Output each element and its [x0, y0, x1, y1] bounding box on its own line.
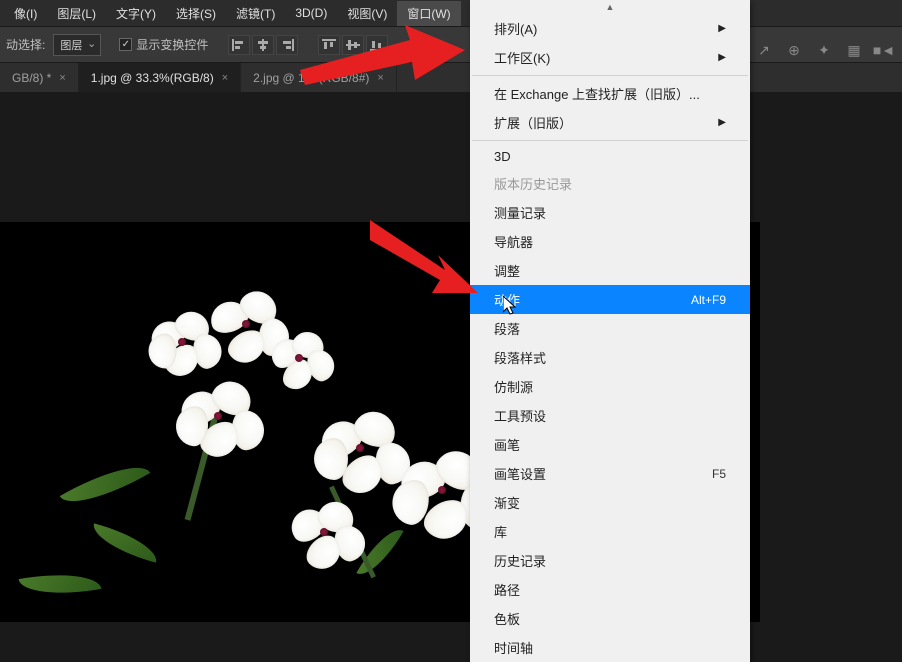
cursor-icon: [503, 296, 519, 316]
menu-item-label: 调整: [494, 261, 520, 280]
menu-item-画笔[interactable]: 画笔: [470, 430, 750, 459]
align-group-1: [228, 35, 298, 55]
tool-icon-6[interactable]: ■◄: [874, 40, 894, 60]
menu-item-label: 导航器: [494, 232, 533, 251]
menu-item-label: 渐变: [494, 493, 520, 512]
tab-label: 1.jpg @ 33.3%(RGB/8): [91, 71, 214, 85]
menu-shortcut: Alt+F9: [691, 293, 726, 307]
menu-item-label: 段落: [494, 319, 520, 338]
menu-item-label: 测量记录: [494, 203, 546, 222]
menu-item-路径[interactable]: 路径: [470, 575, 750, 604]
close-icon[interactable]: ×: [59, 72, 65, 84]
menu-item-label: 画笔设置: [494, 464, 546, 483]
tab-document-0[interactable]: GB/8) * ×: [0, 63, 79, 92]
menu-item-段落[interactable]: 段落: [470, 314, 750, 343]
menu-item-测量记录[interactable]: 测量记录: [470, 198, 750, 227]
menu-shortcut: F5: [712, 467, 726, 481]
menu-item-label: 排列(A): [494, 19, 537, 38]
menu-item-排列(A)[interactable]: 排列(A) ▶: [470, 14, 750, 43]
menu-item-label: 色板: [494, 609, 520, 628]
menu-item-画笔设置[interactable]: 画笔设置 F5: [470, 459, 750, 488]
menu-item-历史记录[interactable]: 历史记录: [470, 546, 750, 575]
scroll-up-icon[interactable]: ▲: [470, 0, 750, 14]
submenu-arrow-icon: ▶: [718, 23, 726, 34]
menu-separator: [472, 140, 748, 141]
menu-item-label: 3D: [494, 149, 511, 164]
canvas-area: [0, 92, 902, 620]
annotation-arrow-1: [300, 20, 470, 90]
annotation-arrow-2: [370, 215, 480, 305]
tool-icon-2[interactable]: ↗: [754, 40, 774, 60]
menu-item-扩展（旧版）[interactable]: 扩展（旧版） ▶: [470, 108, 750, 137]
menu-separator: [472, 75, 748, 76]
menu-item-label: 在 Exchange 上查找扩展（旧版）...: [494, 84, 700, 103]
submenu-arrow-icon: ▶: [718, 117, 726, 128]
menu-item-时间轴[interactable]: 时间轴: [470, 633, 750, 662]
menu-item-label: 段落样式: [494, 348, 546, 367]
align-left-icon[interactable]: [228, 35, 250, 55]
menu-select[interactable]: 选择(S): [166, 1, 226, 26]
align-right-icon[interactable]: [276, 35, 298, 55]
menu-item-label: 工具预设: [494, 406, 546, 425]
tool-icon-4[interactable]: ✦: [814, 40, 834, 60]
menu-filter[interactable]: 滤镜(T): [226, 1, 285, 26]
menu-item-label: 工作区(K): [494, 48, 550, 67]
autoselect-label: 动选择:: [6, 36, 45, 53]
submenu-arrow-icon: ▶: [718, 52, 726, 63]
menu-item-label: 时间轴: [494, 638, 533, 657]
menu-item-段落样式[interactable]: 段落样式: [470, 343, 750, 372]
menu-text[interactable]: 文字(Y): [106, 1, 166, 26]
menu-item-工作区(K)[interactable]: 工作区(K) ▶: [470, 43, 750, 72]
menu-item-库[interactable]: 库: [470, 517, 750, 546]
menu-item-label: 路径: [494, 580, 520, 599]
menu-item-渐变[interactable]: 渐变: [470, 488, 750, 517]
close-icon[interactable]: ×: [222, 72, 228, 84]
menu-layer[interactable]: 图层(L): [47, 1, 106, 26]
menu-item-label: 库: [494, 522, 507, 541]
show-transform-label: 显示变换控件: [136, 36, 208, 53]
menu-item-版本历史记录: 版本历史记录: [470, 169, 750, 198]
tab-document-1[interactable]: 1.jpg @ 33.3%(RGB/8) ×: [79, 63, 241, 92]
menu-item-导航器[interactable]: 导航器: [470, 227, 750, 256]
tab-label: GB/8) *: [12, 71, 51, 85]
menu-item-label: 画笔: [494, 435, 520, 454]
menu-item-工具预设[interactable]: 工具预设: [470, 401, 750, 430]
show-transform-checkbox[interactable]: [119, 38, 132, 51]
tool-icon-5[interactable]: ▦: [844, 40, 864, 60]
window-menu-dropdown: ▲ 排列(A) ▶ 工作区(K) ▶ 在 Exchange 上查找扩展（旧版）... 扩展…: [470, 0, 750, 662]
menu-item-仿制源[interactable]: 仿制源: [470, 372, 750, 401]
menu-item-label: 扩展（旧版）: [494, 113, 572, 132]
menu-image[interactable]: 像(I): [4, 1, 47, 26]
menu-item-色板[interactable]: 色板: [470, 604, 750, 633]
menu-item-3D[interactable]: 3D: [470, 144, 750, 169]
menu-item-在 Exchange 上查找扩展（旧版）...[interactable]: 在 Exchange 上查找扩展（旧版）...: [470, 79, 750, 108]
menu-item-label: 历史记录: [494, 551, 546, 570]
tool-icon-3[interactable]: ⊕: [784, 40, 804, 60]
menu-item-label: 仿制源: [494, 377, 533, 396]
layer-select[interactable]: 图层: [53, 34, 101, 56]
align-hcenter-icon[interactable]: [252, 35, 274, 55]
menu-item-调整[interactable]: 调整: [470, 256, 750, 285]
menu-item-label: 版本历史记录: [494, 174, 572, 193]
